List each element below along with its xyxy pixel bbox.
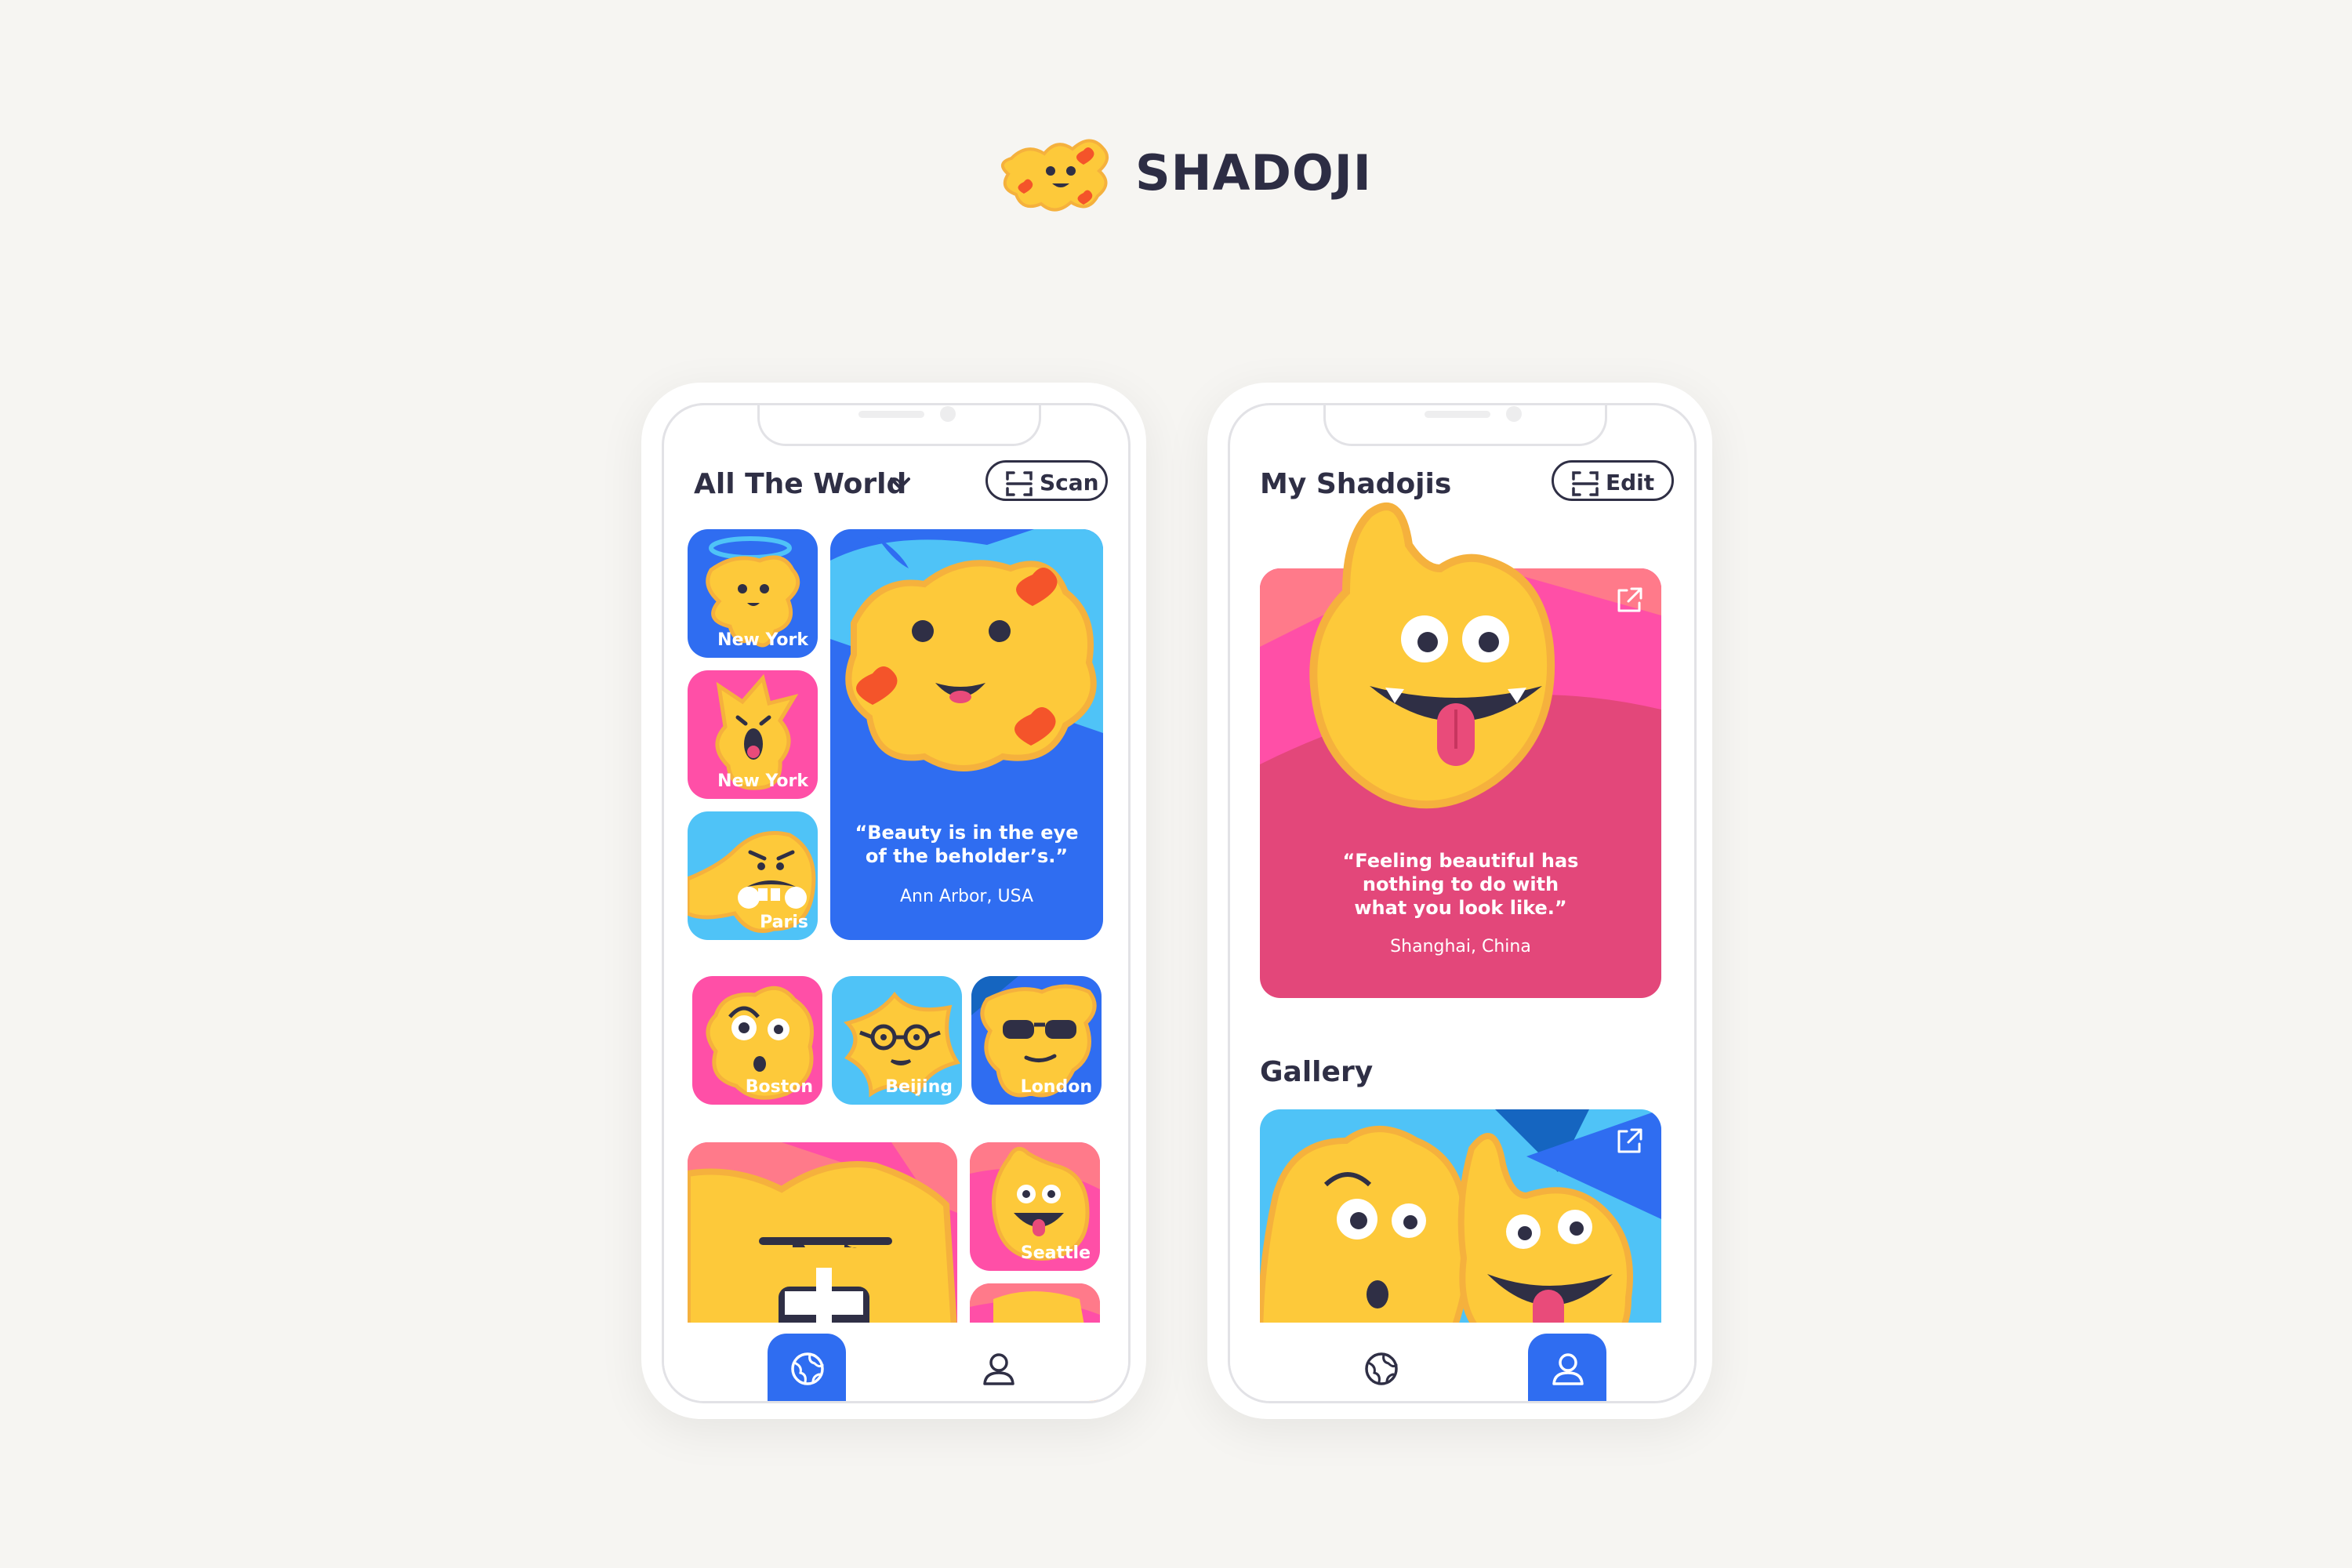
scan-button[interactable]: Scan <box>985 460 1108 501</box>
tile-new-york-surprised[interactable]: New York <box>688 670 818 799</box>
tile-location: New York <box>717 630 808 650</box>
tile-london[interactable]: London <box>971 976 1102 1105</box>
tile-boston[interactable]: Boston <box>692 976 822 1105</box>
scan-frame-icon <box>1006 471 1033 496</box>
tab-world[interactable] <box>768 1334 846 1401</box>
shadoji-logo-icon <box>1001 139 1109 212</box>
tab-world[interactable] <box>1341 1334 1420 1401</box>
tile-location: Paris <box>760 913 808 932</box>
tab-bar <box>664 1323 1128 1401</box>
gallery-title: Gallery <box>1260 1056 1374 1088</box>
external-link-icon[interactable] <box>1616 586 1644 614</box>
tongue-out-shadoji-icon <box>1309 503 1555 809</box>
camera <box>940 406 956 422</box>
tab-profile[interactable] <box>1528 1334 1606 1401</box>
page-title: My Shadojis <box>1260 468 1452 500</box>
tile-seattle[interactable]: Seattle <box>970 1142 1100 1271</box>
my-shadojis-screen: My Shadojis Edit “Feeling beautiful has … <box>1228 403 1697 1403</box>
brand-name: SHADOJI <box>1135 144 1372 201</box>
scan-button-label: Scan <box>1040 470 1099 495</box>
chevron-down-icon[interactable] <box>888 476 912 492</box>
tile-location: Seattle <box>1020 1243 1091 1263</box>
featured-quote: “Beauty is in the eye of the beholder’s.… <box>855 822 1079 867</box>
tile-paris[interactable]: Paris <box>688 811 818 940</box>
tile-location: Boston <box>745 1077 813 1097</box>
globe-icon <box>1365 1352 1398 1385</box>
edit-button-label: Edit <box>1606 470 1655 495</box>
external-link-icon[interactable] <box>1616 1127 1644 1155</box>
featured-card-shanghai[interactable]: “Feeling beautiful has nothing to do wit… <box>1260 503 1661 998</box>
tab-profile[interactable] <box>959 1334 1037 1401</box>
tile-beijing[interactable]: Beijing <box>832 976 962 1105</box>
tab-bar <box>1230 1323 1694 1401</box>
globe-icon <box>791 1352 824 1385</box>
gallery-card[interactable] <box>1260 1109 1661 1345</box>
featured-location: Shanghai, China <box>1390 937 1531 956</box>
page-title: All The World <box>694 468 907 500</box>
tile-location: London <box>1020 1077 1092 1097</box>
edit-button[interactable]: Edit <box>1552 460 1674 501</box>
featured-quote: “Feeling beautiful has nothing to do wit… <box>1342 850 1579 919</box>
phone-notch <box>757 405 1041 446</box>
speaker <box>1425 411 1490 418</box>
phone-my-shadojis: My Shadojis Edit “Feeling beautiful has … <box>1207 383 1712 1419</box>
phone-notch <box>1323 405 1607 446</box>
speaker <box>858 411 924 418</box>
user-icon <box>983 1353 1014 1385</box>
phone-world: All The World Scan New York New York Par… <box>641 383 1146 1419</box>
featured-tile-ann-arbor[interactable]: “Beauty is in the eye of the beholder’s.… <box>830 529 1103 940</box>
scan-frame-icon <box>1572 471 1599 496</box>
user-icon <box>1552 1353 1584 1385</box>
brand-header: SHADOJI <box>996 127 1371 221</box>
world-screen: All The World Scan New York New York Par… <box>662 403 1131 1403</box>
tile-location: New York <box>717 771 808 791</box>
camera <box>1506 406 1522 422</box>
hearts-shadoji-icon <box>830 529 1103 771</box>
tile-new-york-angel[interactable]: New York <box>688 529 818 658</box>
gallery-shadojis-icon <box>1260 1109 1661 1345</box>
tile-location: Beijing <box>885 1077 953 1097</box>
featured-location: Ann Arbor, USA <box>899 887 1033 906</box>
